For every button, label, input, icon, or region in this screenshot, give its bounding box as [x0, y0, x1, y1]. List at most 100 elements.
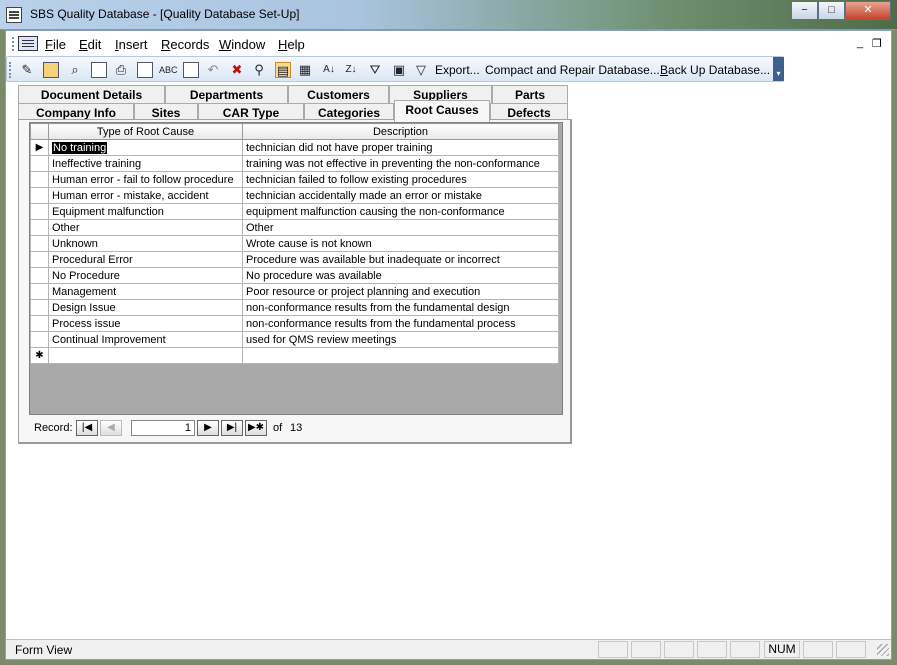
- minimize-button[interactable]: −: [791, 1, 818, 20]
- row-selector[interactable]: [30, 203, 49, 220]
- tab-customers[interactable]: Customers: [288, 85, 389, 104]
- table-row[interactable]: Ineffective training training was not eff…: [30, 155, 559, 172]
- cell-description[interactable]: technician failed to follow existing pro…: [242, 171, 559, 188]
- cell-type[interactable]: Human error - fail to follow procedure: [48, 171, 243, 188]
- menu-records[interactable]: Records: [161, 37, 209, 52]
- next-record-button[interactable]: ▶: [197, 420, 219, 436]
- undo-icon[interactable]: ↶: [205, 62, 221, 78]
- select-all-corner[interactable]: [30, 123, 49, 140]
- row-selector[interactable]: [30, 187, 49, 204]
- cell-description[interactable]: Procedure was available but inadequate o…: [242, 251, 559, 268]
- page-icon[interactable]: [91, 62, 107, 78]
- form-view-icon[interactable]: ▤: [275, 62, 291, 78]
- cell-description[interactable]: Wrote cause is not known: [242, 235, 559, 252]
- record-number-input[interactable]: 1: [131, 420, 195, 436]
- table-row[interactable]: Human error - fail to follow procedure te…: [30, 171, 559, 188]
- cell-type[interactable]: Continual Improvement: [48, 331, 243, 348]
- menu-edit[interactable]: Edit: [79, 37, 101, 52]
- cell-description[interactable]: non-conformance results from the fundame…: [242, 299, 559, 316]
- toolbar-grip-icon[interactable]: [9, 62, 13, 78]
- tab-root-causes[interactable]: Root Causes: [394, 100, 490, 122]
- cell-description[interactable]: used for QMS review meetings: [242, 331, 559, 348]
- new-record-button[interactable]: ▶✱: [245, 420, 267, 436]
- column-header-type[interactable]: Type of Root Cause: [48, 123, 243, 140]
- cell-description[interactable]: non-conformance results from the fundame…: [242, 315, 559, 332]
- table-row[interactable]: Design Issue non-conformance results from…: [30, 299, 559, 316]
- mdi-minimize-button[interactable]: _: [857, 37, 863, 49]
- cell-description[interactable]: technician accidentally made an error or…: [242, 187, 559, 204]
- row-selector[interactable]: [30, 331, 49, 348]
- table-row[interactable]: Equipment malfunction equipment malfuncti…: [30, 203, 559, 220]
- table-row[interactable]: Procedural Error Procedure was available …: [30, 251, 559, 268]
- cell-description[interactable]: Poor resource or project planning and ex…: [242, 283, 559, 300]
- cell-description[interactable]: training was not effective in preventing…: [242, 155, 559, 172]
- cell-description[interactable]: technician did not have proper training: [242, 139, 559, 156]
- toolbar-overflow-icon[interactable]: ▾: [773, 57, 784, 81]
- backup-database-button[interactable]: Back Up Database...: [660, 63, 770, 77]
- datasheet-view-icon[interactable]: ▦: [297, 62, 313, 78]
- sort-ascending-icon[interactable]: A↓: [321, 62, 337, 78]
- table-row[interactable]: Process issue non-conformance results fro…: [30, 315, 559, 332]
- compact-repair-button[interactable]: Compact and Repair Database...: [485, 63, 660, 77]
- row-selector[interactable]: [30, 251, 49, 268]
- resize-grip-icon[interactable]: [877, 644, 889, 656]
- column-header-description[interactable]: Description: [242, 123, 559, 140]
- row-selector[interactable]: [30, 171, 49, 188]
- menu-window[interactable]: Window: [219, 37, 265, 52]
- cell-type[interactable]: No Procedure: [48, 267, 243, 284]
- cell-type[interactable]: [48, 347, 243, 364]
- row-selector[interactable]: [30, 299, 49, 316]
- cell-type[interactable]: No training: [48, 139, 243, 156]
- new-record-row[interactable]: ✱: [30, 347, 559, 364]
- menu-file[interactable]: File: [45, 37, 66, 52]
- open-folder-icon[interactable]: [43, 62, 59, 78]
- cell-type[interactable]: Management: [48, 283, 243, 300]
- app-icon[interactable]: [6, 7, 22, 23]
- cell-type[interactable]: Design Issue: [48, 299, 243, 316]
- cell-type[interactable]: Ineffective training: [48, 155, 243, 172]
- table-row[interactable]: Other Other: [30, 219, 559, 236]
- sort-descending-icon[interactable]: Z↓: [343, 62, 359, 78]
- table-row[interactable]: Management Poor resource or project plann…: [30, 283, 559, 300]
- first-record-button[interactable]: |◀: [76, 420, 98, 436]
- table-row[interactable]: No Procedure No procedure was available: [30, 267, 559, 284]
- row-selector[interactable]: [30, 315, 49, 332]
- cell-description[interactable]: equipment malfunction causing the non-co…: [242, 203, 559, 220]
- mdi-restore-button[interactable]: ❐: [872, 37, 882, 50]
- paste-icon[interactable]: [183, 62, 199, 78]
- row-selector[interactable]: [30, 235, 49, 252]
- last-record-button[interactable]: ▶|: [221, 420, 243, 436]
- table-row[interactable]: ▶ No training technician did not have prop…: [30, 139, 559, 156]
- spelling-icon[interactable]: ABC: [159, 62, 178, 78]
- table-row[interactable]: Continual Improvement used for QMS review…: [30, 331, 559, 348]
- cell-description[interactable]: [242, 347, 559, 364]
- export-button[interactable]: Export...: [435, 63, 480, 77]
- cell-type[interactable]: Other: [48, 219, 243, 236]
- previous-record-button[interactable]: ◀: [100, 420, 122, 436]
- find-icon[interactable]: ⚲: [251, 62, 267, 78]
- filter-form-icon[interactable]: ▣: [391, 62, 407, 78]
- tab-parts[interactable]: Parts: [492, 85, 568, 104]
- cell-description[interactable]: No procedure was available: [242, 267, 559, 284]
- tab-document-details[interactable]: Document Details: [18, 85, 165, 104]
- delete-record-icon[interactable]: ✖: [229, 62, 245, 78]
- cell-type[interactable]: Unknown: [48, 235, 243, 252]
- current-cell-value[interactable]: No training: [52, 141, 108, 154]
- filter-selection-icon[interactable]: ⛛: [367, 62, 383, 78]
- filter-icon[interactable]: ▽: [413, 62, 429, 78]
- row-selector[interactable]: [30, 283, 49, 300]
- row-selector[interactable]: [30, 267, 49, 284]
- print-icon[interactable]: ⎙: [113, 62, 129, 78]
- row-selector[interactable]: [30, 219, 49, 236]
- design-view-icon[interactable]: ✎: [19, 62, 35, 78]
- file-search-icon[interactable]: ⌕: [67, 62, 83, 78]
- table-row[interactable]: Unknown Wrote cause is not known: [30, 235, 559, 252]
- menu-help[interactable]: Help: [278, 37, 305, 52]
- new-row-selector[interactable]: ✱: [30, 347, 49, 364]
- cell-type[interactable]: Process issue: [48, 315, 243, 332]
- cell-description[interactable]: Other: [242, 219, 559, 236]
- close-button[interactable]: ✕: [845, 1, 891, 20]
- print-preview-icon[interactable]: [137, 62, 153, 78]
- menu-insert[interactable]: Insert: [115, 37, 148, 52]
- menu-grip-icon[interactable]: [12, 37, 15, 51]
